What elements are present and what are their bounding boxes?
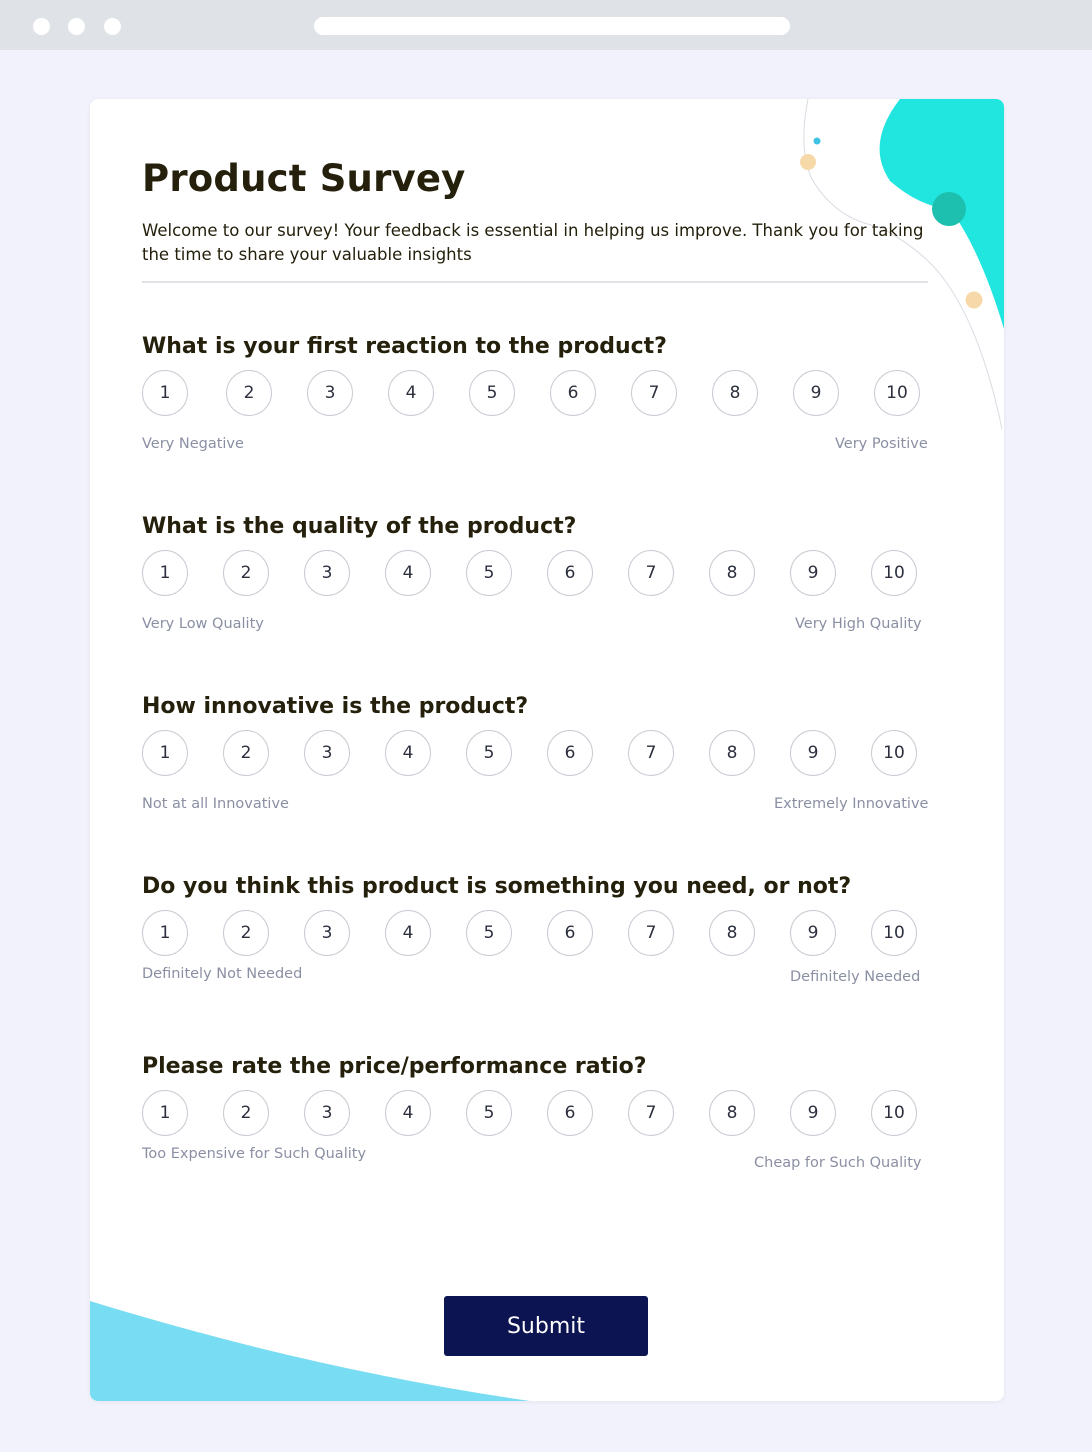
- rating-option[interactable]: 6: [547, 910, 593, 956]
- rating-option[interactable]: 4: [385, 550, 431, 596]
- rating-option[interactable]: 8: [709, 730, 755, 776]
- rating-option[interactable]: 6: [547, 1090, 593, 1136]
- rating-option[interactable]: 3: [304, 1090, 350, 1136]
- window-dot-icon: [68, 18, 85, 35]
- question-text: How innovative is the product?: [142, 694, 529, 719]
- scale-high-label: Extremely Innovative: [774, 796, 929, 812]
- scale-low-label: Definitely Not Needed: [142, 966, 303, 982]
- rating-option[interactable]: 3: [304, 730, 350, 776]
- rating-option[interactable]: 5: [466, 730, 512, 776]
- rating-option[interactable]: 9: [790, 1090, 836, 1136]
- rating-option[interactable]: 8: [709, 1090, 755, 1136]
- rating-option[interactable]: 4: [385, 1090, 431, 1136]
- intro-text: Welcome to our survey! Your feedback is …: [142, 221, 924, 264]
- rating-option[interactable]: 10: [871, 730, 917, 776]
- window-dot-icon: [104, 18, 121, 35]
- rating-scale: 1 2 3 4 5 6 7 8 9 10: [142, 1090, 942, 1140]
- rating-option[interactable]: 10: [871, 550, 917, 596]
- rating-option[interactable]: 9: [790, 910, 836, 956]
- scale-high-label: Very High Quality: [795, 616, 922, 632]
- rating-option[interactable]: 4: [388, 370, 434, 416]
- scale-low-label: Very Negative: [142, 436, 244, 452]
- rating-option[interactable]: 7: [628, 730, 674, 776]
- rating-option[interactable]: 7: [628, 1090, 674, 1136]
- rating-option[interactable]: 2: [223, 730, 269, 776]
- rating-option[interactable]: 4: [385, 730, 431, 776]
- rating-option[interactable]: 8: [709, 910, 755, 956]
- scale-high-label: Definitely Needed: [790, 969, 921, 985]
- rating-option[interactable]: 5: [466, 910, 512, 956]
- address-bar[interactable]: [314, 17, 790, 35]
- rating-option[interactable]: 2: [223, 1090, 269, 1136]
- window-dot-icon: [33, 18, 50, 35]
- scale-low-label: Too Expensive for Such Quality: [142, 1146, 367, 1162]
- rating-option[interactable]: 3: [304, 550, 350, 596]
- scale-low-label: Very Low Quality: [142, 616, 264, 632]
- rating-option[interactable]: 1: [142, 910, 188, 956]
- rating-option[interactable]: 6: [547, 550, 593, 596]
- rating-option[interactable]: 6: [550, 370, 596, 416]
- scale-low-label: Not at all Innovative: [142, 796, 289, 812]
- rating-option[interactable]: 1: [142, 370, 188, 416]
- rating-option[interactable]: 8: [709, 550, 755, 596]
- question-text: What is the quality of the product?: [142, 514, 577, 539]
- rating-option[interactable]: 10: [871, 1090, 917, 1136]
- question-block: What is the quality of the product? 1 2 …: [142, 513, 942, 632]
- rating-option[interactable]: 2: [226, 370, 272, 416]
- question-text: What is your first reaction to the produ…: [142, 334, 667, 359]
- question-text: Do you think this product is something y…: [142, 874, 852, 899]
- rating-scale: 1 2 3 4 5 6 7 8 9 10: [142, 910, 942, 960]
- scale-high-label: Cheap for Such Quality: [754, 1155, 922, 1171]
- rating-option[interactable]: 8: [712, 370, 758, 416]
- divider: [142, 281, 928, 283]
- rating-option[interactable]: 3: [307, 370, 353, 416]
- rating-option[interactable]: 2: [223, 910, 269, 956]
- rating-option[interactable]: 5: [469, 370, 515, 416]
- rating-option[interactable]: 9: [793, 370, 839, 416]
- rating-option[interactable]: 1: [142, 730, 188, 776]
- rating-option[interactable]: 1: [142, 550, 188, 596]
- rating-option[interactable]: 7: [628, 550, 674, 596]
- question-block: Please rate the price/performance ratio?…: [142, 1053, 942, 1171]
- rating-option[interactable]: 3: [304, 910, 350, 956]
- rating-option[interactable]: 9: [790, 730, 836, 776]
- rating-scale: 1 2 3 4 5 6 7 8 9 10: [142, 730, 942, 780]
- survey-card: Product Survey Welcome to our survey! Yo…: [90, 99, 1004, 1401]
- rating-option[interactable]: 5: [466, 1090, 512, 1136]
- rating-option[interactable]: 7: [628, 910, 674, 956]
- submit-button[interactable]: Submit: [444, 1296, 648, 1356]
- rating-option[interactable]: 1: [142, 1090, 188, 1136]
- question-block: What is your first reaction to the produ…: [142, 333, 942, 452]
- scale-high-label: Very Positive: [835, 436, 928, 452]
- rating-option[interactable]: 2: [223, 550, 269, 596]
- rating-scale: 1 2 3 4 5 6 7 8 9 10: [142, 550, 942, 600]
- rating-option[interactable]: 4: [385, 910, 431, 956]
- question-block: Do you think this product is something y…: [142, 873, 942, 985]
- rating-option[interactable]: 10: [871, 910, 917, 956]
- rating-scale: 1 2 3 4 5 6 7 8 9 10: [142, 370, 942, 420]
- rating-option[interactable]: 6: [547, 730, 593, 776]
- page-title: Product Survey: [142, 157, 466, 200]
- browser-chrome: [0, 0, 1092, 50]
- rating-option[interactable]: 5: [466, 550, 512, 596]
- rating-option[interactable]: 10: [874, 370, 920, 416]
- question-text: Please rate the price/performance ratio?: [142, 1054, 647, 1079]
- question-block: How innovative is the product? 1 2 3 4 5…: [142, 693, 942, 812]
- rating-option[interactable]: 9: [790, 550, 836, 596]
- rating-option[interactable]: 7: [631, 370, 677, 416]
